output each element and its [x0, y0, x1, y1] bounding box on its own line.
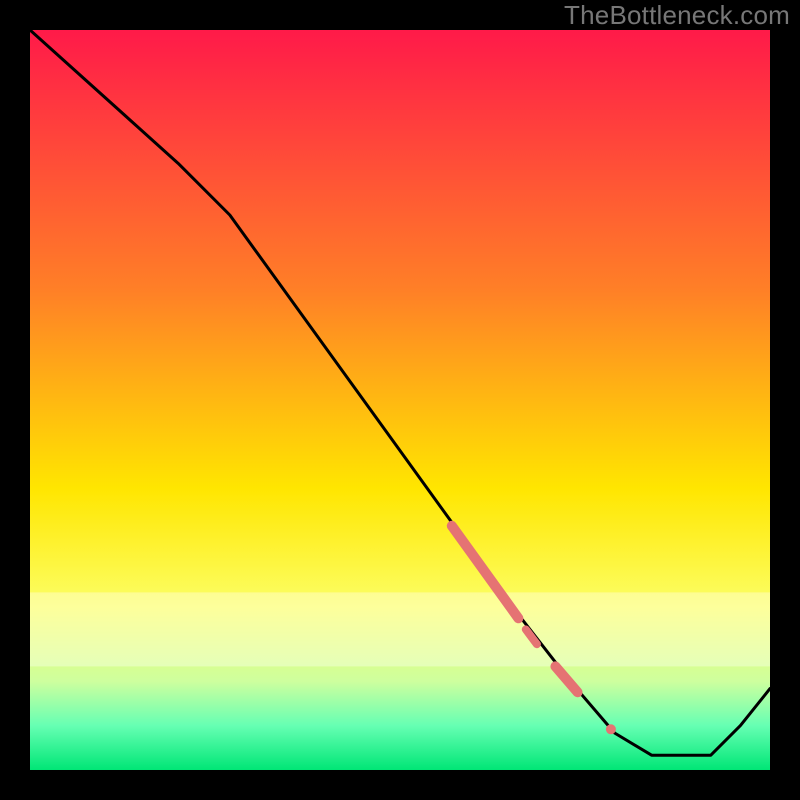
chart-frame: TheBottleneck.com	[0, 0, 800, 800]
watermark-label: TheBottleneck.com	[564, 0, 790, 31]
bottleneck-chart	[30, 30, 770, 770]
chart-svg	[30, 30, 770, 770]
